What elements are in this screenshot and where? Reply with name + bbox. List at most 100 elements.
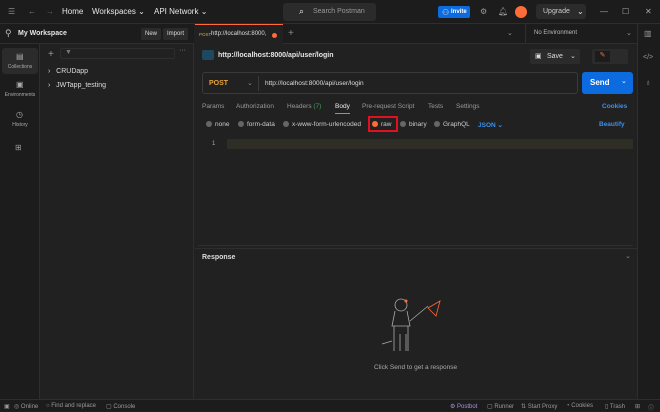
send-label: Send [590, 78, 610, 87]
cookies[interactable]: ◔ Cookies [566, 403, 593, 409]
configure-icon[interactable]: ⊞ [15, 143, 22, 152]
api-network-menu[interactable]: API Network ⌄ [154, 7, 207, 16]
left-rail: ▤ Collections ▣ Environments ◷ History ⊞ [0, 24, 40, 399]
invite-button[interactable]: ⚇ Invite [438, 6, 470, 18]
code-icon[interactable]: </> [643, 54, 653, 61]
menu-icon[interactable]: ☰ [8, 7, 15, 16]
top-bar: ☰ ← → Home Workspaces ⌄ API Network ⌄ ⌕ S… [0, 0, 660, 24]
method-select[interactable]: POST [209, 80, 228, 87]
filter-icon: ▼ [65, 49, 72, 56]
response-title: Response [202, 254, 236, 261]
forward-icon[interactable]: → [46, 7, 54, 16]
new-button[interactable]: New [141, 28, 162, 40]
environments-icon: ▣ [16, 80, 24, 89]
search-icon: ⌕ [299, 6, 305, 16]
request-title: http://localhost:8000/api/user/login [218, 52, 334, 59]
user-icon: ⚲ [5, 28, 12, 38]
chevron-down-icon[interactable]: ⌄ [625, 252, 631, 260]
mode-toggle[interactable]: ✎ [592, 49, 628, 64]
save-icon: ▣ [535, 53, 542, 60]
tab-headers[interactable]: Headers (7) [287, 103, 321, 110]
gear-icon[interactable]: ⚙ [480, 7, 487, 16]
home-link[interactable]: Home [62, 7, 83, 16]
unsaved-dot [272, 33, 277, 38]
line-number: 1 [212, 141, 216, 147]
request-url-bar: POST ⌄ http://localhost:8000/api/user/lo… [202, 72, 578, 94]
body-editor[interactable]: 1 [198, 138, 633, 246]
collection-item[interactable]: › CRUDapp [48, 68, 88, 75]
radio-form-data[interactable]: form-data [238, 121, 275, 128]
workspace-header: ⚲ My Workspace New Import [0, 24, 194, 44]
chevron-down-icon[interactable]: ⌄ [247, 79, 253, 87]
more-icon[interactable]: ··· [179, 47, 186, 54]
maximize-icon[interactable]: ☐ [622, 7, 629, 16]
import-button[interactable]: Import [163, 28, 189, 40]
back-icon[interactable]: ← [28, 7, 36, 16]
console[interactable]: ▢ Console [106, 403, 135, 410]
environment-select[interactable]: No Environment ⌄ [525, 24, 637, 44]
workspaces-menu[interactable]: Workspaces ⌄ [92, 7, 145, 16]
environment-label: No Environment [534, 30, 578, 36]
right-rail: ▥ </> ♁ [637, 24, 660, 399]
divider [258, 76, 259, 91]
avatar[interactable] [515, 6, 527, 18]
format-select[interactable]: JSON ⌄ [478, 121, 503, 129]
upgrade-button[interactable]: Upgrade ⌄ [536, 4, 586, 19]
layout-icon[interactable]: ▥ [644, 29, 652, 38]
tab-params[interactable]: Params [202, 103, 224, 110]
history-icon: ◷ [16, 110, 23, 119]
minimize-icon[interactable]: — [600, 7, 608, 16]
beautify-link[interactable]: Beautify [599, 121, 625, 128]
collection-item[interactable]: › JWTapp_testing [48, 82, 106, 89]
astronaut-illustration [381, 298, 441, 351]
trash[interactable]: ▯ Trash [605, 403, 625, 410]
postbot[interactable]: ⚙ Postbot [450, 403, 477, 410]
filter-input[interactable]: ▼ [60, 48, 175, 59]
request-tab[interactable]: POST http://localhost:8000, [195, 24, 283, 44]
edit-icon[interactable]: ✎ [595, 51, 610, 62]
online-status[interactable]: ◎ Online [14, 403, 38, 410]
sidebar: + ▼ ··· › CRUDapp › JWTapp_testing [40, 44, 194, 399]
http-request-icon [202, 50, 214, 60]
rail-history[interactable]: ◷ History [2, 106, 38, 132]
tab-tests[interactable]: Tests [428, 103, 443, 110]
tab-authorization[interactable]: Authorization [236, 103, 274, 110]
tab-pre-request-script[interactable]: Pre-request Script [362, 103, 414, 110]
tab-method: POST [199, 32, 212, 37]
radio-none[interactable]: none [206, 121, 229, 128]
user-icon: ⚇ [442, 8, 450, 17]
tab-body[interactable]: Body [335, 103, 350, 114]
layout-icon[interactable]: ⊞ [635, 403, 640, 410]
start-proxy[interactable]: ⇅ Start Proxy [521, 403, 557, 410]
collections-icon: ▤ [16, 52, 24, 61]
chevron-down-icon: ⌄ [570, 53, 576, 60]
close-icon[interactable]: ✕ [645, 7, 652, 16]
radio-urlencoded[interactable]: x-www-form-urlencoded [283, 121, 361, 128]
cookies-link[interactable]: Cookies [602, 103, 627, 110]
runner[interactable]: ▢ Runner [487, 403, 514, 410]
sidebar-toggle-icon[interactable]: ▣ [4, 403, 10, 410]
rail-environments[interactable]: ▣ Environments [2, 76, 38, 102]
active-line [227, 139, 633, 149]
rail-collections[interactable]: ▤ Collections [2, 48, 38, 74]
add-tab-icon[interactable]: + [288, 28, 294, 39]
workspace-name: My Workspace [18, 30, 67, 37]
find-replace[interactable]: ○ Find and replace [46, 403, 96, 409]
radio-graphql[interactable]: GraphQL [434, 121, 470, 128]
add-icon[interactable]: + [48, 49, 54, 60]
tab-title: http://localhost:8000, [211, 31, 267, 37]
status-bar: ▣ ◎ Online ○ Find and replace ▢ Console … [0, 399, 660, 412]
search-input[interactable]: ⌕ Search Postman [283, 3, 376, 21]
send-button[interactable]: Send ⌄ [582, 72, 633, 94]
radio-binary[interactable]: binary [400, 121, 427, 128]
url-input[interactable]: http://localhost:8000/api/user/login [265, 80, 364, 87]
lightbulb-icon[interactable]: ♁ [645, 78, 651, 87]
bell-icon[interactable]: 🔔︎ [498, 7, 508, 16]
save-button[interactable]: ▣ Save ⌄ [530, 49, 580, 64]
chevron-down-icon[interactable]: ⌄ [621, 77, 627, 85]
highlight-box [368, 116, 398, 132]
tab-settings[interactable]: Settings [456, 103, 480, 110]
divider [195, 248, 637, 249]
chevron-down-icon: ⌄ [626, 30, 632, 37]
tabs-chevron-icon[interactable]: ⌄ [507, 29, 513, 37]
